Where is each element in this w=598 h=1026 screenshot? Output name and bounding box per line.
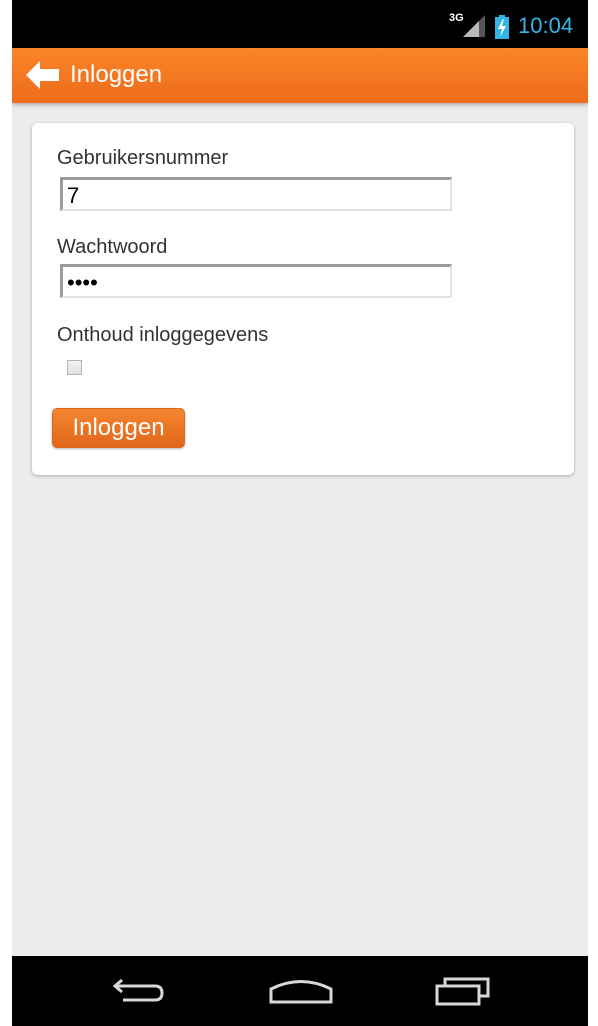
username-label: Gebruikersnummer (57, 147, 229, 169)
status-bar: 3G 10:04 (12, 0, 588, 48)
password-field[interactable] (60, 264, 452, 298)
remember-me-label: Onthoud inloggegevens (57, 324, 269, 346)
app-screen: 3G 10:04 Inloggen Gebruikersnummer Wacht… (12, 0, 588, 1026)
remember-me-checkbox[interactable] (67, 360, 82, 375)
login-card: Gebruikersnummer Wachtwoord Onthoud inlo… (32, 123, 574, 475)
navigation-bar (12, 956, 588, 1026)
username-field[interactable] (60, 177, 452, 211)
login-button[interactable]: Inloggen (52, 408, 185, 448)
back-icon[interactable] (107, 972, 167, 1008)
password-label: Wachtwoord (57, 236, 168, 258)
page-title: Inloggen (70, 61, 163, 88)
home-icon[interactable] (269, 972, 333, 1008)
status-clock: 10:04 (518, 13, 574, 38)
battery-charging-icon (495, 15, 509, 39)
network-type-label: 3G (449, 12, 464, 24)
arrow-left-icon[interactable] (26, 60, 60, 90)
signal-strength-icon (463, 15, 485, 37)
action-bar: Inloggen (12, 48, 588, 103)
recent-apps-icon[interactable] (433, 972, 497, 1008)
